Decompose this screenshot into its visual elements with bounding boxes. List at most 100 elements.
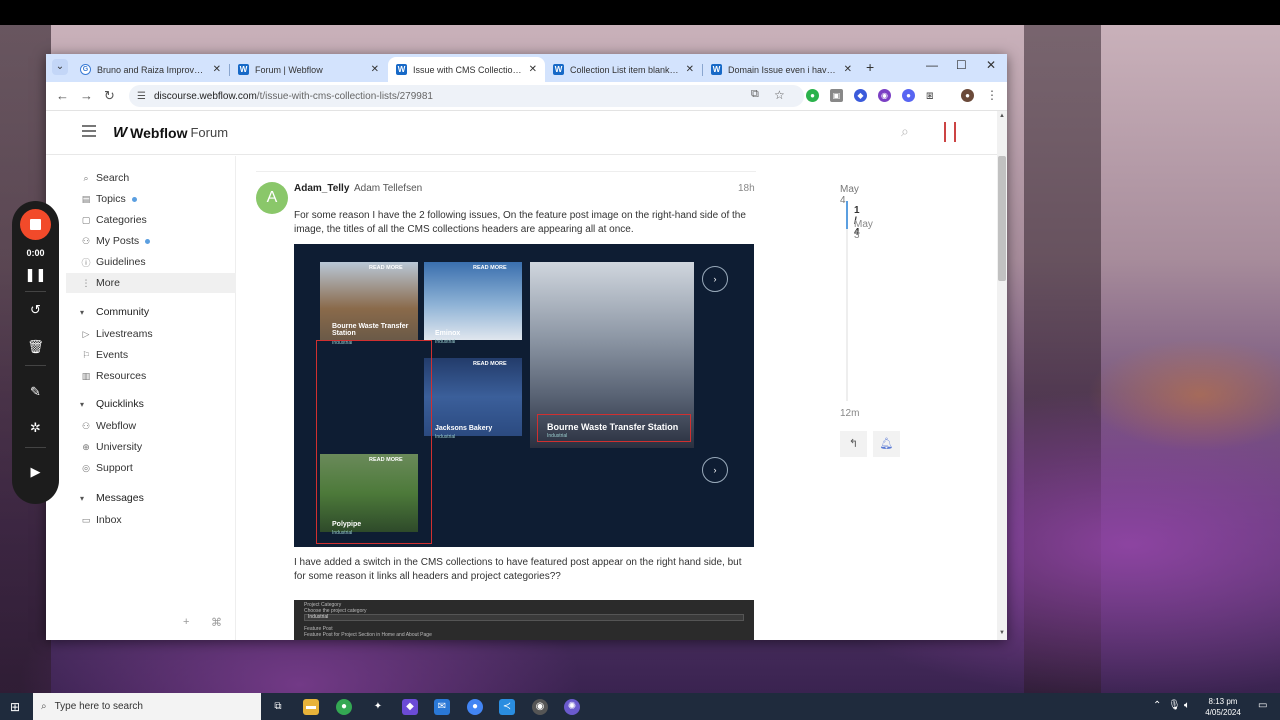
address-bar[interactable]: ☰ discourse.webflow.com/t/issue-with-cms…: [129, 85, 804, 107]
sidebar-item-inbox[interactable]: ▭ Inbox: [66, 510, 236, 530]
taskbar-clock[interactable]: 8:13 pm 4/05/2024: [1198, 696, 1248, 718]
post-time[interactable]: 18h: [738, 183, 755, 194]
extension-w-icon[interactable]: ●: [902, 89, 915, 102]
scrollbar-thumb[interactable]: [998, 156, 1006, 281]
sidebar-item-categories[interactable]: ▢ Categories: [66, 210, 236, 230]
tab-3-active[interactable]: W Issue with CMS Collection Lists ✕: [388, 57, 545, 82]
timeline-date: May 3: [854, 219, 873, 241]
bookmark-star-icon[interactable]: ☆: [774, 88, 785, 102]
forward-icon[interactable]: →: [80, 88, 93, 103]
sidebar-item-university[interactable]: ⊕ University: [66, 437, 236, 457]
cast-icon[interactable]: ⧉: [751, 88, 759, 101]
featured-title: Bourne Waste Transfer Station: [547, 422, 679, 432]
sidebar-item-more[interactable]: ⋮ More: [66, 273, 236, 293]
timeline-track[interactable]: [846, 201, 848, 401]
scroll-up-icon[interactable]: ▲: [999, 113, 1005, 119]
extensions-puzzle-icon[interactable]: ⧆: [926, 88, 934, 103]
extension-green-icon[interactable]: ●: [806, 89, 819, 102]
sidebar-item-events[interactable]: ⚐ Events: [66, 345, 236, 365]
microphone-icon[interactable]: 🎙︎: [1168, 700, 1181, 711]
sidebar-section-quicklinks[interactable]: ▾ Quicklinks: [66, 394, 144, 414]
sidebar-item-webflow[interactable]: ⚇ Webflow: [66, 416, 236, 436]
user-avatar[interactable]: [944, 122, 956, 142]
post-screenshot-2[interactable]: Project Category Choose the project cate…: [294, 600, 754, 640]
sidebar-section-community[interactable]: ▾ Community: [66, 302, 149, 322]
post-username[interactable]: Adam_Telly: [294, 183, 349, 194]
logo-suffix: Forum: [190, 125, 229, 140]
section-title: Messages: [96, 492, 144, 504]
taskbar-search[interactable]: ⌕ Type here to search: [33, 693, 261, 720]
mail-icon[interactable]: ✉: [434, 699, 450, 715]
close-icon[interactable]: ✕: [213, 64, 221, 75]
profile-avatar[interactable]: ●: [961, 89, 974, 102]
vscode-icon[interactable]: ≺: [499, 699, 515, 715]
notifications-icon[interactable]: ▭: [1258, 700, 1267, 711]
back-icon[interactable]: ←: [56, 88, 69, 103]
sidebar: ⌕ Search ▤ Topics ▢ Categories ⚇ My Posts ⓘ G…: [66, 156, 236, 640]
sidebar-item-guidelines[interactable]: ⓘ Guidelines: [66, 252, 236, 272]
app-circle-icon[interactable]: ✺: [564, 699, 580, 715]
restart-icon[interactable]: ↺: [12, 302, 59, 318]
draw-pen-icon[interactable]: ✎: [12, 384, 59, 400]
tab-title: Collection List item blank areas: [570, 64, 680, 75]
extension-camera-icon[interactable]: ▣: [830, 89, 843, 102]
notification-bell-icon[interactable]: 🔔︎: [873, 431, 900, 457]
obsidian-icon[interactable]: ◆: [402, 699, 418, 715]
task-view-icon[interactable]: ⧉: [270, 699, 286, 715]
post-fullname[interactable]: Adam Tellefsen: [354, 183, 422, 194]
chrome-profile-icon[interactable]: ●: [467, 699, 483, 715]
volume-icon[interactable]: 🔈︎: [1184, 700, 1190, 711]
post-screenshot-1[interactable]: READ MORE READ MORE READ MORE READ MORE …: [294, 244, 754, 547]
sidebar-item-support[interactable]: ◎ Support: [66, 458, 236, 478]
site-info-icon[interactable]: ☰: [137, 91, 146, 102]
reply-icon[interactable]: ↰: [840, 431, 867, 457]
timeline-end-time[interactable]: 12m: [840, 408, 859, 419]
page-scrollbar[interactable]: ▲ ▼: [997, 111, 1007, 640]
camera-icon[interactable]: ▶︎: [12, 464, 59, 480]
minimize-icon[interactable]: —: [926, 58, 938, 72]
tab-5[interactable]: W Domain Issue even i have the ✕: [703, 57, 860, 82]
app-lock-icon[interactable]: ◉: [532, 699, 548, 715]
add-section-icon[interactable]: +: [183, 616, 189, 628]
keyboard-shortcuts-icon[interactable]: ⌘: [211, 616, 222, 629]
hamburger-menu-icon[interactable]: [82, 125, 96, 137]
tab-1[interactable]: G Bruno and Raiza Improvement ✕: [72, 57, 229, 82]
tab-4[interactable]: W Collection List item blank areas ✕: [545, 57, 702, 82]
close-icon[interactable]: ✕: [686, 64, 694, 75]
maximize-icon[interactable]: ☐: [956, 58, 967, 72]
sidebar-item-search[interactable]: ⌕ Search: [66, 168, 236, 188]
pause-icon[interactable]: ❚❚: [12, 267, 59, 283]
effects-icon[interactable]: ✲: [12, 420, 59, 436]
extension-purple-icon[interactable]: ◉: [878, 89, 891, 102]
delete-icon[interactable]: 🗑︎: [12, 339, 59, 355]
menu-kebab-icon[interactable]: ⋮: [986, 88, 998, 102]
tray-chevron-up-icon[interactable]: ⌃: [1153, 700, 1161, 711]
stop-recording-button[interactable]: [20, 209, 51, 240]
extension-blue-icon[interactable]: ◆: [854, 89, 867, 102]
webflow-forum-logo[interactable]: W Webflow Forum: [113, 124, 228, 141]
chrome-icon[interactable]: ●: [336, 699, 352, 715]
tab-2[interactable]: W Forum | Webflow ✕: [230, 57, 387, 82]
close-icon[interactable]: ✕: [529, 64, 537, 75]
tab-search-dropdown-icon[interactable]: ⌄: [52, 59, 68, 75]
file-explorer-icon[interactable]: ▬: [303, 699, 319, 715]
timeline-start-date[interactable]: May 4: [840, 184, 859, 206]
close-icon[interactable]: ✕: [844, 64, 852, 75]
scroll-down-icon[interactable]: ▼: [999, 630, 1005, 636]
timeline-handle[interactable]: [846, 201, 848, 229]
sidebar-item-topics[interactable]: ▤ Topics: [66, 189, 236, 209]
unread-dot: [131, 196, 137, 202]
app-icon[interactable]: ✦: [370, 699, 386, 715]
sidebar-item-livestreams[interactable]: ▷ Livestreams: [66, 324, 236, 344]
window-close-icon[interactable]: ✕: [986, 58, 996, 72]
reload-icon[interactable]: ↻: [104, 88, 115, 104]
sidebar-item-my-posts[interactable]: ⚇ My Posts: [66, 231, 236, 251]
header-search-icon[interactable]: ⌕: [901, 123, 909, 140]
post-author-avatar[interactable]: A: [256, 182, 288, 214]
clock-time: 8:13 pm: [1208, 697, 1238, 706]
windows-start-icon[interactable]: ⊞: [10, 700, 20, 714]
close-icon[interactable]: ✕: [371, 64, 379, 75]
sidebar-section-messages[interactable]: ▾ Messages: [66, 488, 144, 508]
new-tab-icon[interactable]: +: [866, 59, 874, 75]
sidebar-item-resources[interactable]: ▥ Resources: [66, 366, 236, 386]
